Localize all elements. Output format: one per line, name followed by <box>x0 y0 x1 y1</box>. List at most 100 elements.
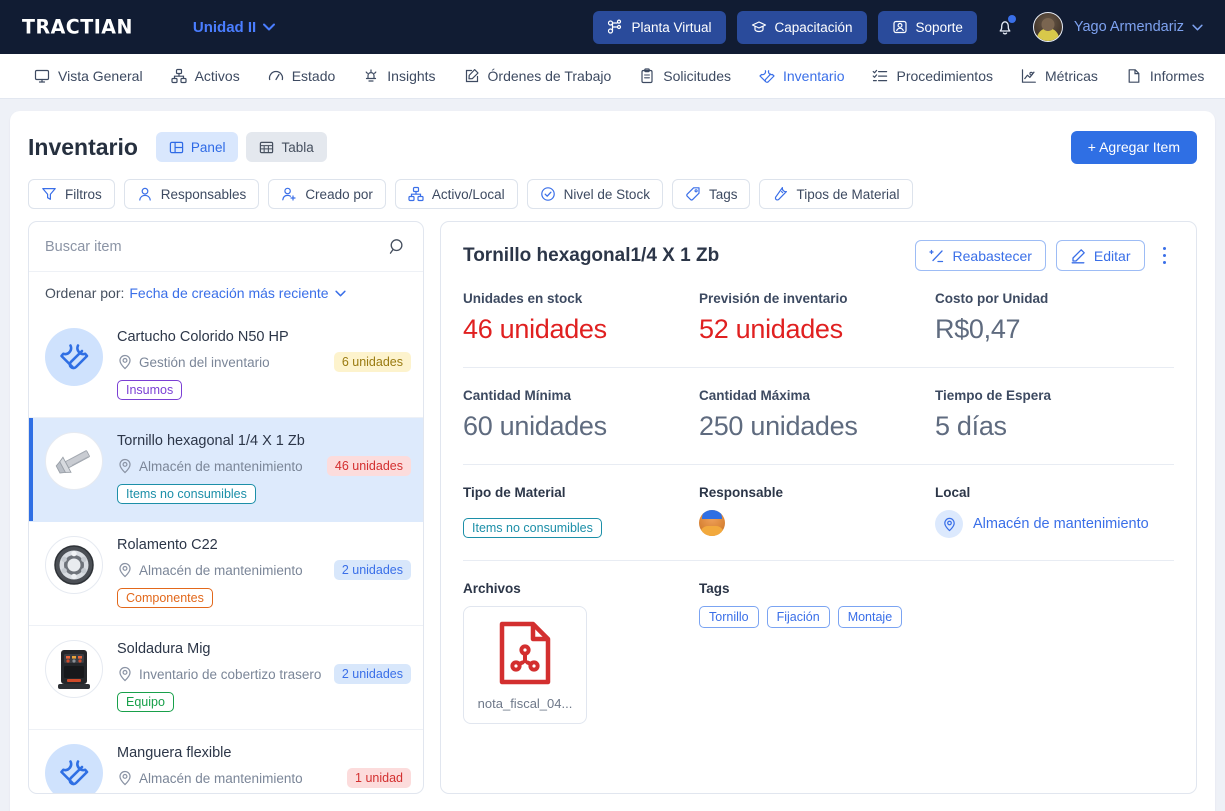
nav-item-inventario[interactable]: Inventario <box>759 68 844 84</box>
person-add-icon <box>282 187 296 201</box>
edit-square-icon <box>465 69 479 83</box>
tag-pill[interactable]: Tornillo <box>699 606 759 628</box>
filter-chip-label: Nivel de Stock <box>563 186 650 202</box>
list-item-body: Tornillo hexagonal 1/4 X 1 Zb Almacén de… <box>117 432 411 504</box>
unit-selector[interactable]: Unidad II <box>193 19 276 36</box>
inventory-item-list: Cartucho Colorido N50 HP Gestión del inv… <box>29 314 423 793</box>
bolt-photo-icon <box>55 450 90 474</box>
table-grid-icon <box>260 141 274 153</box>
notifications-button[interactable] <box>992 14 1018 40</box>
nav-item-informes[interactable]: Informes <box>1126 68 1204 84</box>
edit-button[interactable]: Editar <box>1055 240 1145 271</box>
nav-item-estado[interactable]: Estado <box>268 68 336 84</box>
location-pin-icon <box>119 770 131 786</box>
tab-panel[interactable]: Panel <box>155 132 239 162</box>
soporte-label: Soporte <box>915 19 963 35</box>
tag-pill[interactable]: Fijación <box>766 606 830 628</box>
search-input[interactable] <box>45 238 388 255</box>
files-tags-row: Archivos nota_fiscal_04... Tags Tornillo… <box>463 581 1174 724</box>
restock-button[interactable]: Reabastecer <box>914 240 1046 271</box>
list-item-location: Almacén de mantenimiento <box>117 458 303 474</box>
responsible-avatar[interactable] <box>699 510 725 536</box>
nav-item-label: Procedimientos <box>896 68 993 84</box>
nav-item-activos[interactable]: Activos <box>170 68 240 84</box>
list-item-name: Manguera flexible <box>117 745 232 761</box>
list-item-name: Tornillo hexagonal 1/4 X 1 Zb <box>117 433 305 449</box>
stat-block: Costo por Unidad R$0,47 <box>935 291 1174 345</box>
list-item[interactable]: Tornillo hexagonal 1/4 X 1 Zb Almacén de… <box>29 418 423 522</box>
list-item[interactable]: Manguera flexible Almacén de mantenimien… <box>29 730 423 793</box>
search-icon[interactable] <box>388 237 407 256</box>
gauge-icon <box>268 70 283 81</box>
local-value-link[interactable]: Almacén de mantenimiento <box>935 510 1174 538</box>
local-label: Local <box>935 485 971 500</box>
list-item-type-tag: Insumos <box>117 380 183 400</box>
planta-virtual-button[interactable]: Planta Virtual <box>593 10 726 44</box>
stats-row-secondary: Cantidad Mínima 60 unidades Cantidad Máx… <box>463 388 1174 442</box>
planta-virtual-label: Planta Virtual <box>631 19 712 35</box>
list-item-quantity-badge: 2 unidades <box>333 664 411 684</box>
filter-chip-tags[interactable]: Tags <box>671 179 751 209</box>
sort-row: Ordenar por: Fecha de creación más recie… <box>29 272 423 314</box>
nav-item-label: Estado <box>291 68 336 84</box>
stat-label: Unidades en stock <box>463 291 583 306</box>
filter-chip-tipos-de-material[interactable]: Tipos de Material <box>759 179 913 209</box>
filter-chip-creado-por[interactable]: Creado por <box>268 179 386 209</box>
stat-label: Costo por Unidad <box>935 291 1049 306</box>
stat-value: 46 unidades <box>463 314 607 344</box>
filter-chip-nivel-de-stock[interactable]: Nivel de Stock <box>526 179 663 209</box>
list-item-location: Inventario de cobertizo trasero <box>117 666 321 682</box>
detail-header: Tornillo hexagonal1/4 X 1 Zb Reabastecer… <box>463 240 1174 271</box>
list-item-name: Rolamento C22 <box>117 537 218 553</box>
nav-item-insights[interactable]: Insights <box>363 68 436 84</box>
tab-tabla[interactable]: Tabla <box>246 132 327 162</box>
top-bar-actions: Planta Virtual Capacitación Soporte Yago… <box>593 10 1203 44</box>
content-split: Ordenar por: Fecha de creación más recie… <box>28 221 1197 794</box>
nav-item-solicitudes[interactable]: Solicitudes <box>639 68 731 84</box>
local-block: Local Almacén de mantenimiento <box>935 485 1174 538</box>
user-name-label: Yago Armendariz <box>1073 19 1184 35</box>
item-list-panel: Ordenar por: Fecha de creación más recie… <box>28 221 424 794</box>
filter-chip-responsables[interactable]: Responsables <box>123 179 260 209</box>
tag-icon <box>686 187 700 201</box>
nav-item-m-tricas[interactable]: Métricas <box>1021 68 1098 84</box>
user-menu[interactable]: Yago Armendariz <box>1074 19 1203 35</box>
filter-chip-label: Activo/Local <box>431 186 505 202</box>
restock-label: Reabastecer <box>952 247 1032 264</box>
nav-item-label: Métricas <box>1044 68 1098 84</box>
list-item[interactable]: Soldadura Mig Inventario de cobertizo tr… <box>29 626 423 730</box>
location-pin-icon <box>119 666 131 682</box>
soporte-button[interactable]: Soporte <box>877 10 977 44</box>
nav-item-label: Solicitudes <box>663 68 731 84</box>
file-card-pdf[interactable]: nota_fiscal_04... <box>463 606 587 724</box>
material-type-block: Tipo de Material Items no consumibles <box>463 485 699 538</box>
nav-item-vista-general[interactable]: Vista General <box>34 68 143 84</box>
filter-chip-activo-local[interactable]: Activo/Local <box>394 179 518 209</box>
filter-chip-filtros[interactable]: Filtros <box>28 179 115 209</box>
avatar[interactable] <box>1032 12 1063 42</box>
list-item-meta: Almacén de mantenimiento 46 unidades <box>117 456 411 476</box>
list-item-location-label: Inventario de cobertizo trasero <box>139 666 322 682</box>
graduation-cap-icon <box>751 21 766 33</box>
location-pin-icon <box>935 510 963 538</box>
nav-item-procedimientos[interactable]: Procedimientos <box>872 68 993 84</box>
add-item-button[interactable]: + Agregar Item <box>1070 130 1197 164</box>
list-item[interactable]: Rolamento C22 Almacén de mantenimiento 2… <box>29 522 423 626</box>
restock-icon <box>928 249 943 262</box>
sort-value-dropdown[interactable]: Fecha de creación más reciente <box>129 285 346 301</box>
filter-chip-label: Tags <box>708 186 738 202</box>
nav-item-label: Vista General <box>58 68 143 84</box>
notification-dot <box>1007 15 1016 23</box>
capacitacion-button[interactable]: Capacitación <box>736 10 867 44</box>
list-item-name: Soldadura Mig <box>117 641 211 657</box>
responsible-block: Responsable <box>699 485 935 538</box>
files-block: Archivos nota_fiscal_04... <box>463 581 699 724</box>
more-options-button[interactable] <box>1155 241 1175 271</box>
tab-tabla-label: Tabla <box>281 139 314 155</box>
nav-item--rdenes-de-trabajo[interactable]: Órdenes de Trabajo <box>464 68 611 84</box>
tag-pill[interactable]: Montaje <box>837 606 903 628</box>
list-item[interactable]: Cartucho Colorido N50 HP Gestión del inv… <box>29 314 423 418</box>
funnel-icon <box>42 188 56 200</box>
chevron-down-icon <box>334 290 346 296</box>
stat-label: Cantidad Máxima <box>699 388 811 403</box>
